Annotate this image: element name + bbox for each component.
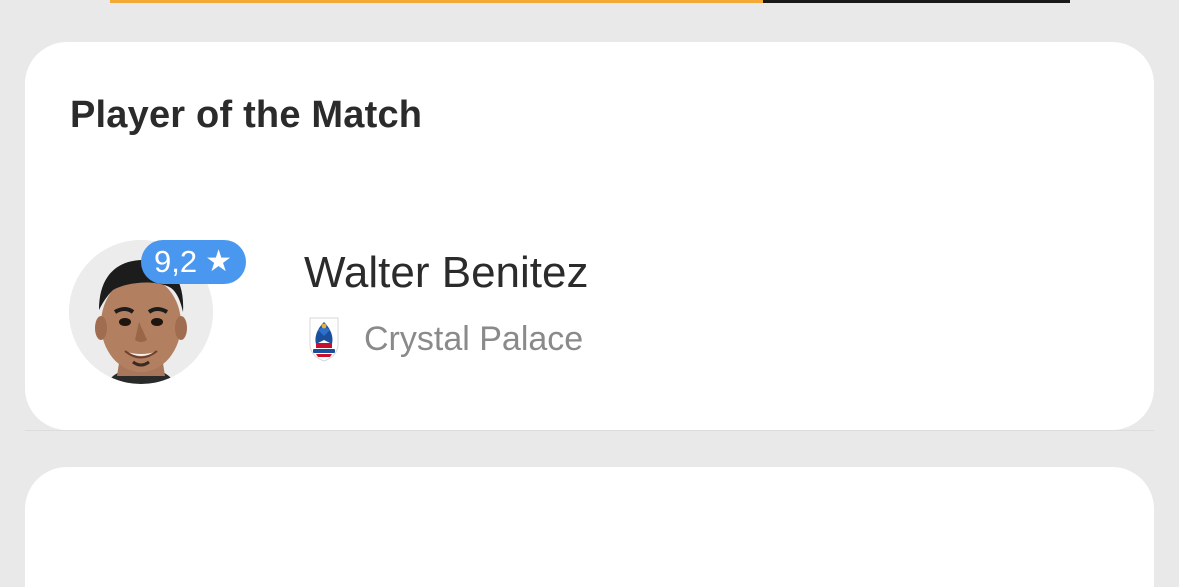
rating-value: 9,2 bbox=[154, 244, 198, 279]
card-title: Player of the Match bbox=[70, 94, 423, 136]
team-row[interactable]: Crystal Palace bbox=[304, 316, 583, 362]
team-name: Crystal Palace bbox=[364, 319, 584, 358]
top-progress-bar bbox=[110, 0, 1070, 3]
player-name[interactable]: Walter Benitez bbox=[304, 248, 588, 298]
next-card bbox=[25, 467, 1154, 587]
card-divider bbox=[25, 430, 1154, 431]
player-of-the-match-card: Player of the Match 9,2 ★ Walter Benitez bbox=[25, 42, 1154, 430]
star-icon: ★ bbox=[205, 245, 233, 278]
rating-badge: 9,2 ★ bbox=[141, 240, 247, 284]
crystal-palace-crest-icon bbox=[309, 317, 339, 362]
progress-fill bbox=[110, 0, 763, 3]
